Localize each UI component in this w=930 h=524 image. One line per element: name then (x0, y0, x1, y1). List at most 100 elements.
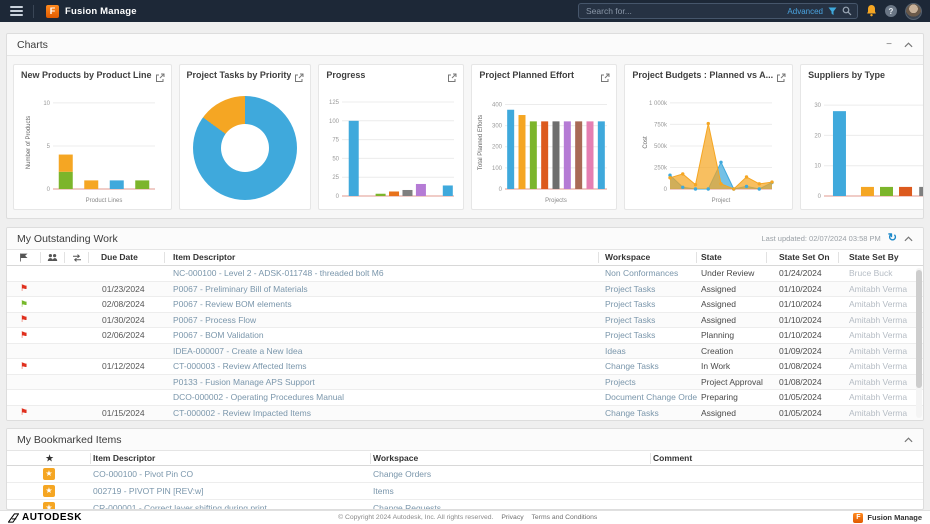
table-row[interactable]: ⚑ 01/30/2024 P0067 - Process Flow Projec… (7, 313, 923, 329)
svg-text:Number of Products: Number of Products (26, 116, 32, 169)
scrollbar-thumb[interactable] (916, 270, 922, 388)
flag-icon[interactable]: ⚑ (7, 284, 41, 293)
workspace-link[interactable]: Change Tasks (599, 361, 697, 371)
table-row[interactable]: ⚑ 01/15/2024 CT-000002 - Review Impacted… (7, 406, 923, 422)
flag-icon[interactable]: ⚑ (7, 300, 41, 309)
column-state[interactable]: State (697, 252, 767, 263)
state-cell: Assigned (697, 284, 767, 294)
chart-card: Progress 0255075100125 (318, 64, 464, 210)
expand-chart-icon[interactable] (447, 70, 457, 88)
workspace-link[interactable]: Non Conformances (599, 268, 697, 278)
svg-text:20: 20 (814, 133, 821, 139)
table-row[interactable]: ⚑ 01/23/2024 P0067 - Preliminary Bill of… (7, 282, 923, 298)
flag-icon[interactable]: ⚑ (7, 331, 41, 340)
expand-chart-icon[interactable] (155, 70, 165, 88)
item-descriptor-link[interactable]: IDEA-000007 - Create a New Idea (165, 346, 599, 356)
state-set-on-cell: 01/10/2024 (767, 330, 839, 340)
notifications-bell-icon[interactable] (866, 5, 877, 17)
advanced-search-link[interactable]: Advanced (787, 7, 823, 16)
column-state-set-on[interactable]: State Set On (767, 252, 839, 263)
item-descriptor-link[interactable]: CO-000100 - Pivot Pin CO (91, 469, 371, 479)
collapse-chevron-icon[interactable] (904, 437, 913, 443)
collapse-chevron-icon[interactable] (904, 236, 913, 242)
workspace-link[interactable]: Items (371, 486, 651, 496)
workspace-link[interactable]: Change Tasks (599, 408, 697, 418)
svg-text:5: 5 (47, 144, 51, 150)
app-brand[interactable]: F Fusion Manage (46, 5, 137, 18)
column-comment[interactable]: Comment (651, 453, 923, 464)
expand-chart-icon[interactable] (776, 70, 786, 88)
item-descriptor-link[interactable]: P0133 - Fusion Manage APS Support (165, 377, 599, 387)
table-row[interactable]: ⚑ 02/08/2024 P0067 - Review BOM elements… (7, 297, 923, 313)
item-descriptor-link[interactable]: P0067 - Preliminary Bill of Materials (165, 284, 599, 294)
column-state-set-by[interactable]: State Set By (839, 252, 923, 263)
item-descriptor-link[interactable]: P0067 - Process Flow (165, 315, 599, 325)
svg-text:200: 200 (492, 145, 503, 151)
table-row[interactable]: NC-000100 - Level 2 - ADSK-011748 - thre… (7, 266, 923, 282)
minimize-icon[interactable]: − (886, 40, 892, 50)
state-cell: Project Approval (697, 377, 767, 387)
item-descriptor-link[interactable]: DCO-000002 - Operating Procedures Manual (165, 392, 599, 402)
workspace-link[interactable]: Project Tasks (599, 284, 697, 294)
item-descriptor-link[interactable]: NC-000100 - Level 2 - ADSK-011748 - thre… (165, 268, 599, 278)
item-descriptor-link[interactable]: 002719 - PIVOT PIN [REV:w] (91, 486, 371, 496)
table-row[interactable]: P0133 - Fusion Manage APS Support Projec… (7, 375, 923, 391)
column-workspace[interactable]: Workspace (371, 453, 651, 464)
svg-text:25: 25 (333, 175, 340, 181)
state-set-by-cell: Amitabh Verma (839, 330, 923, 340)
outstanding-scrollbar[interactable] (916, 268, 922, 418)
flag-column-icon[interactable] (7, 252, 41, 263)
collapse-chevron-icon[interactable] (904, 42, 913, 48)
escalations-column-icon[interactable] (65, 252, 89, 263)
item-descriptor-link[interactable]: CT-000003 - Review Affected Items (165, 361, 599, 371)
search-input[interactable] (584, 5, 782, 17)
terms-link[interactable]: Terms and Conditions (532, 514, 598, 521)
table-row[interactable]: IDEA-000007 - Create a New Idea Ideas Cr… (7, 344, 923, 360)
global-search-box[interactable]: Advanced (578, 3, 858, 19)
table-row[interactable]: DCO-000002 - Operating Procedures Manual… (7, 390, 923, 406)
list-item[interactable]: ★ CO-000100 - Pivot Pin CO Change Orders (7, 466, 923, 483)
workspace-link[interactable]: Project Tasks (599, 330, 697, 340)
filter-funnel-icon[interactable] (828, 7, 837, 16)
item-descriptor-link[interactable]: P0067 - BOM Validation (165, 330, 599, 340)
workspace-link[interactable]: Change Orders (371, 469, 651, 479)
workspace-link[interactable]: Project Tasks (599, 315, 697, 325)
search-icon[interactable] (842, 6, 852, 16)
column-workspace[interactable]: Workspace (599, 252, 697, 263)
bookmarked-items-header[interactable]: My Bookmarked Items (7, 429, 923, 451)
refresh-icon[interactable]: ↻ (888, 233, 897, 244)
bookmark-star-icon[interactable]: ★ (43, 502, 55, 510)
item-descriptor-link[interactable]: CT-000002 - Review Impacted Items (165, 408, 599, 418)
flag-icon[interactable]: ⚑ (7, 315, 41, 324)
table-row[interactable]: ⚑ 01/12/2024 CT-000003 - Review Affected… (7, 359, 923, 375)
workspace-link[interactable]: Project Tasks (599, 299, 697, 309)
charts-section-header[interactable]: Charts − (7, 34, 923, 56)
hamburger-menu-icon[interactable] (8, 4, 25, 18)
chart-card: Suppliers by Type 0102030 (800, 64, 924, 210)
expand-chart-icon[interactable] (294, 70, 304, 88)
outstanding-work-header[interactable]: My Outstanding Work Last updated: 02/07/… (7, 228, 923, 250)
bookmark-star-icon[interactable]: ★ (43, 468, 55, 480)
item-descriptor-link[interactable]: CR-000001 - Correct layer shifting durin… (91, 503, 371, 510)
group-column-icon[interactable] (41, 252, 65, 263)
expand-chart-icon[interactable] (600, 70, 610, 88)
app-title: Fusion Manage (65, 6, 137, 17)
list-item[interactable]: ★ 002719 - PIVOT PIN [REV:w] Items (7, 483, 923, 500)
flag-icon[interactable]: ⚑ (7, 362, 41, 371)
user-avatar[interactable] (905, 3, 922, 20)
help-icon[interactable]: ? (885, 5, 897, 17)
workspace-link[interactable]: Change Requests (371, 503, 651, 510)
star-column-icon[interactable]: ★ (7, 453, 91, 464)
bookmark-star-icon[interactable]: ★ (43, 485, 55, 497)
flag-icon[interactable]: ⚑ (7, 408, 41, 417)
workspace-link[interactable]: Document Change Order (599, 392, 697, 402)
table-row[interactable]: ⚑ 02/06/2024 P0067 - BOM Validation Proj… (7, 328, 923, 344)
column-due-date[interactable]: Due Date (89, 252, 165, 263)
column-item-descriptor[interactable]: Item Descriptor (91, 453, 371, 464)
workspace-link[interactable]: Ideas (599, 346, 697, 356)
column-item-descriptor[interactable]: Item Descriptor (165, 252, 599, 263)
privacy-link[interactable]: Privacy (501, 514, 523, 521)
list-item[interactable]: ★ CR-000001 - Correct layer shifting dur… (7, 500, 923, 510)
workspace-link[interactable]: Projects (599, 377, 697, 387)
item-descriptor-link[interactable]: P0067 - Review BOM elements (165, 299, 599, 309)
